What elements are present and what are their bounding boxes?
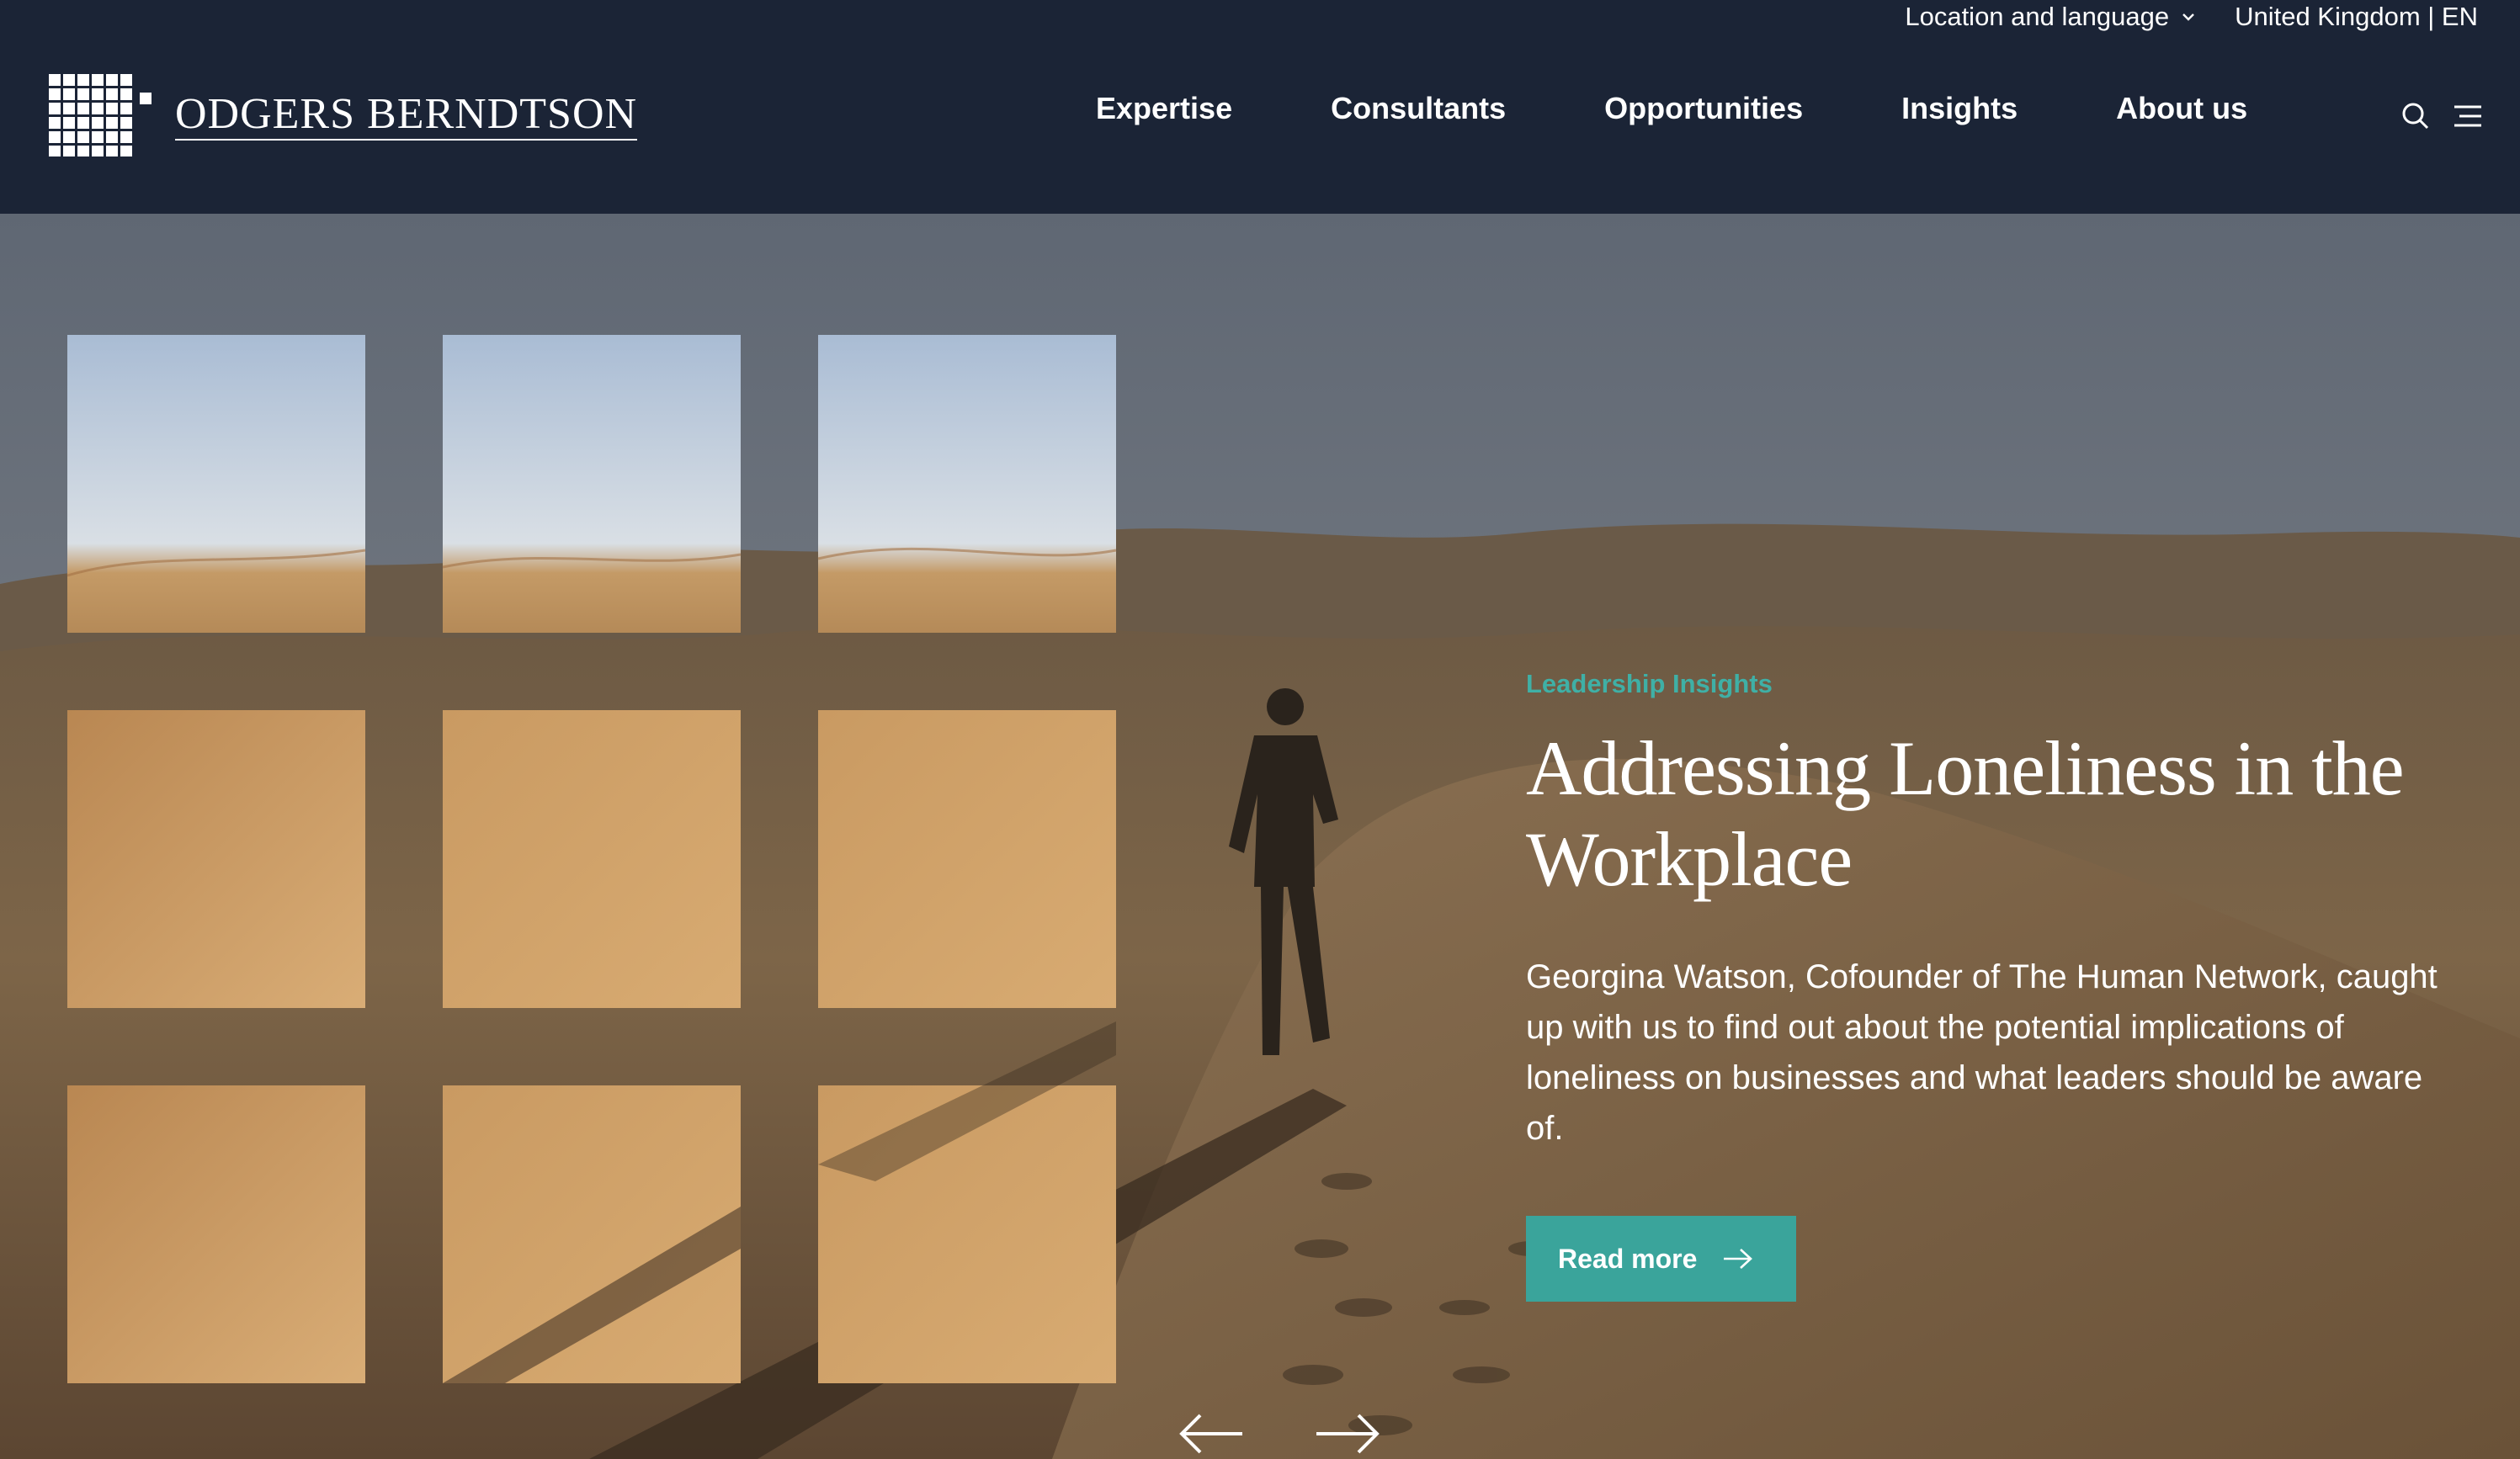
logo-grid-cell [49,131,61,143]
logo-grid-cell [77,146,89,157]
logo-grid-cell [120,146,132,157]
logo-grid-cell [63,103,75,114]
article-summary: Georgina Watson, Cofounder of The Human … [1526,958,2438,1147]
logo-grid-cell [92,74,104,86]
logo-dot [140,93,152,104]
region-link[interactable]: United Kingdom | EN [2235,2,2478,32]
location-language-selector[interactable]: Location and language [1905,2,2198,32]
nav-expertise[interactable]: Expertise [1096,91,1232,126]
logo-grid-cell [106,117,118,129]
logo-grid-cell [77,74,89,86]
logo-grid-cell [92,88,104,100]
nav-consultants[interactable]: Consultants [1331,91,1506,126]
logo-grid-cell [106,103,118,114]
logo-grid-cell [120,131,132,143]
main-nav: Expertise Consultants Opportunities Insi… [1096,91,2247,126]
brand-logo[interactable]: ODGERS BERNDTSON [49,74,638,157]
logo-grid-cell [49,103,61,114]
carousel-controls [1178,1409,1380,1459]
hero-carousel: Leadership Insights Addressing Lonelines… [0,214,2520,1459]
grid-panels [67,335,1116,1383]
logo-grid-cell [92,146,104,157]
read-more-button[interactable]: Read more [1526,1216,1797,1302]
logo-grid-cell [106,74,118,86]
logo-grid-cell [106,146,118,157]
logo-grid-cell [77,117,89,129]
logo-grid-cell [120,117,132,129]
featured-article: Leadership Insights Addressing Lonelines… [1526,669,2469,1302]
logo-grid-cell [63,117,75,129]
chevron-down-icon [2182,13,2194,21]
logo-mark-icon [49,74,152,157]
logo-grid-cell [63,146,75,157]
nav-insights[interactable]: Insights [1901,91,2018,126]
header-actions [2399,99,2485,133]
logo-grid-cell [92,117,104,129]
logo-grid-cell [120,88,132,100]
arrow-left-icon[interactable] [1178,1409,1246,1459]
utility-bar: Location and language United Kingdom | E… [1905,0,2478,34]
read-more-label: Read more [1558,1243,1698,1274]
logo-grid-cell [120,74,132,86]
logo-grid-cell [49,88,61,100]
logo-grid-cell [106,88,118,100]
article-title: Addressing Loneliness in the Workplace [1526,725,2405,902]
logo-grid-cell [63,131,75,143]
logo-grid-cell [92,131,104,143]
menu-icon[interactable] [2451,99,2485,133]
arrow-right-icon [1724,1249,1753,1269]
logo-grid-cell [77,103,89,114]
nav-opportunities[interactable]: Opportunities [1604,91,1803,126]
location-language-label: Location and language [1905,2,2170,31]
logo-grid-cell [63,88,75,100]
logo-grid-cell [49,74,61,86]
article-category[interactable]: Leadership Insights [1526,669,2469,699]
arrow-right-icon[interactable] [1313,1409,1380,1459]
logo-grid-cell [63,74,75,86]
logo-grid-cell [77,131,89,143]
logo-grid-cell [120,103,132,114]
nav-about-us[interactable]: About us [2116,91,2247,126]
brand-name: ODGERS BERNDTSON [175,90,638,141]
logo-grid-cell [49,117,61,129]
logo-grid-cell [49,146,61,157]
site-header: Location and language United Kingdom | E… [0,0,2520,214]
logo-grid-cell [92,103,104,114]
logo-grid-cell [77,88,89,100]
search-icon[interactable] [2399,99,2432,133]
logo-grid-cell [106,131,118,143]
